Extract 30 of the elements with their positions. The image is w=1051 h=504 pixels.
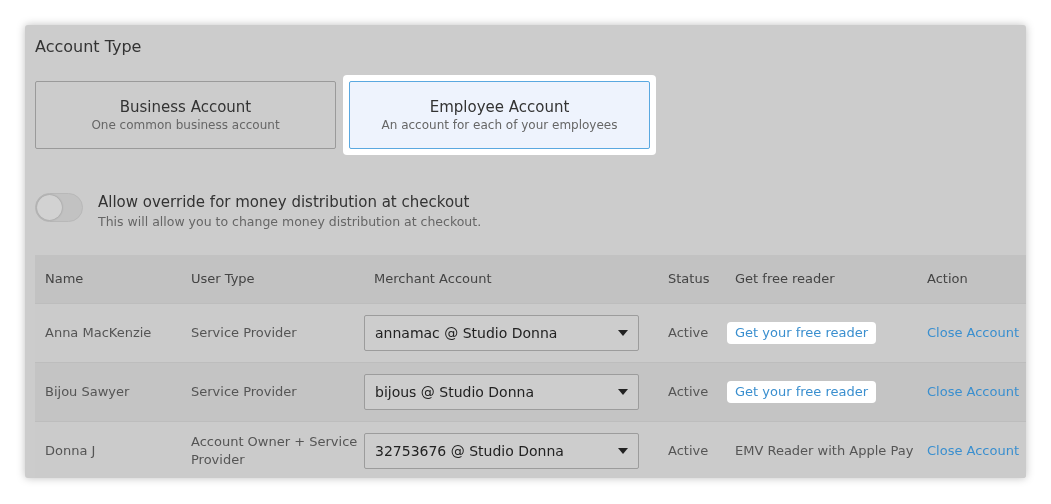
table-cell: Service Provider <box>191 324 297 342</box>
account-type-card[interactable]: Employee Account An account for each of your employees <box>349 81 650 149</box>
column-header: Get free reader <box>735 270 835 288</box>
caret-icon <box>618 448 628 454</box>
table-cell: Active <box>668 383 709 401</box>
column-header: Status <box>668 270 710 288</box>
toggle-description: This will allow you to change money distribution at checkout. <box>98 214 482 229</box>
table-cell: Anna MacKenzie <box>45 324 152 342</box>
table-cell-text: Account Owner + Service Provider <box>191 433 359 469</box>
column-header: Action <box>927 270 968 288</box>
table-cell: Active <box>668 442 709 460</box>
account-type-card[interactable]: Business Account One common business account <box>35 81 336 149</box>
column-header: Merchant Account <box>374 270 492 288</box>
table-cell: Donna J <box>45 442 96 460</box>
free-reader-link[interactable]: Get your free reader <box>727 322 877 344</box>
table-cell: Active <box>668 324 709 342</box>
column-header: Name <box>45 270 84 288</box>
section-title: Account Type <box>35 37 143 58</box>
toggle-switch[interactable] <box>35 193 83 222</box>
toggle-label: Allow override for money distribution at checkout <box>98 193 471 211</box>
merchant-account-dropdown[interactable]: 32753676 @ Studio Donna <box>364 433 639 469</box>
column-header: User Type <box>191 270 255 288</box>
table-cell: Bijou Sawyer <box>45 383 130 401</box>
caret-icon <box>618 330 628 336</box>
caret-icon <box>618 389 628 395</box>
table-cell: EMV Reader with Apple Pay <box>735 442 914 460</box>
merchant-account-dropdown[interactable]: bijous @ Studio Donna <box>364 374 639 410</box>
merchant-account-dropdown[interactable]: annamac @ Studio Donna <box>364 315 639 351</box>
table-cell: Service Provider <box>191 383 297 401</box>
free-reader-link[interactable]: Get your free reader <box>727 381 877 403</box>
